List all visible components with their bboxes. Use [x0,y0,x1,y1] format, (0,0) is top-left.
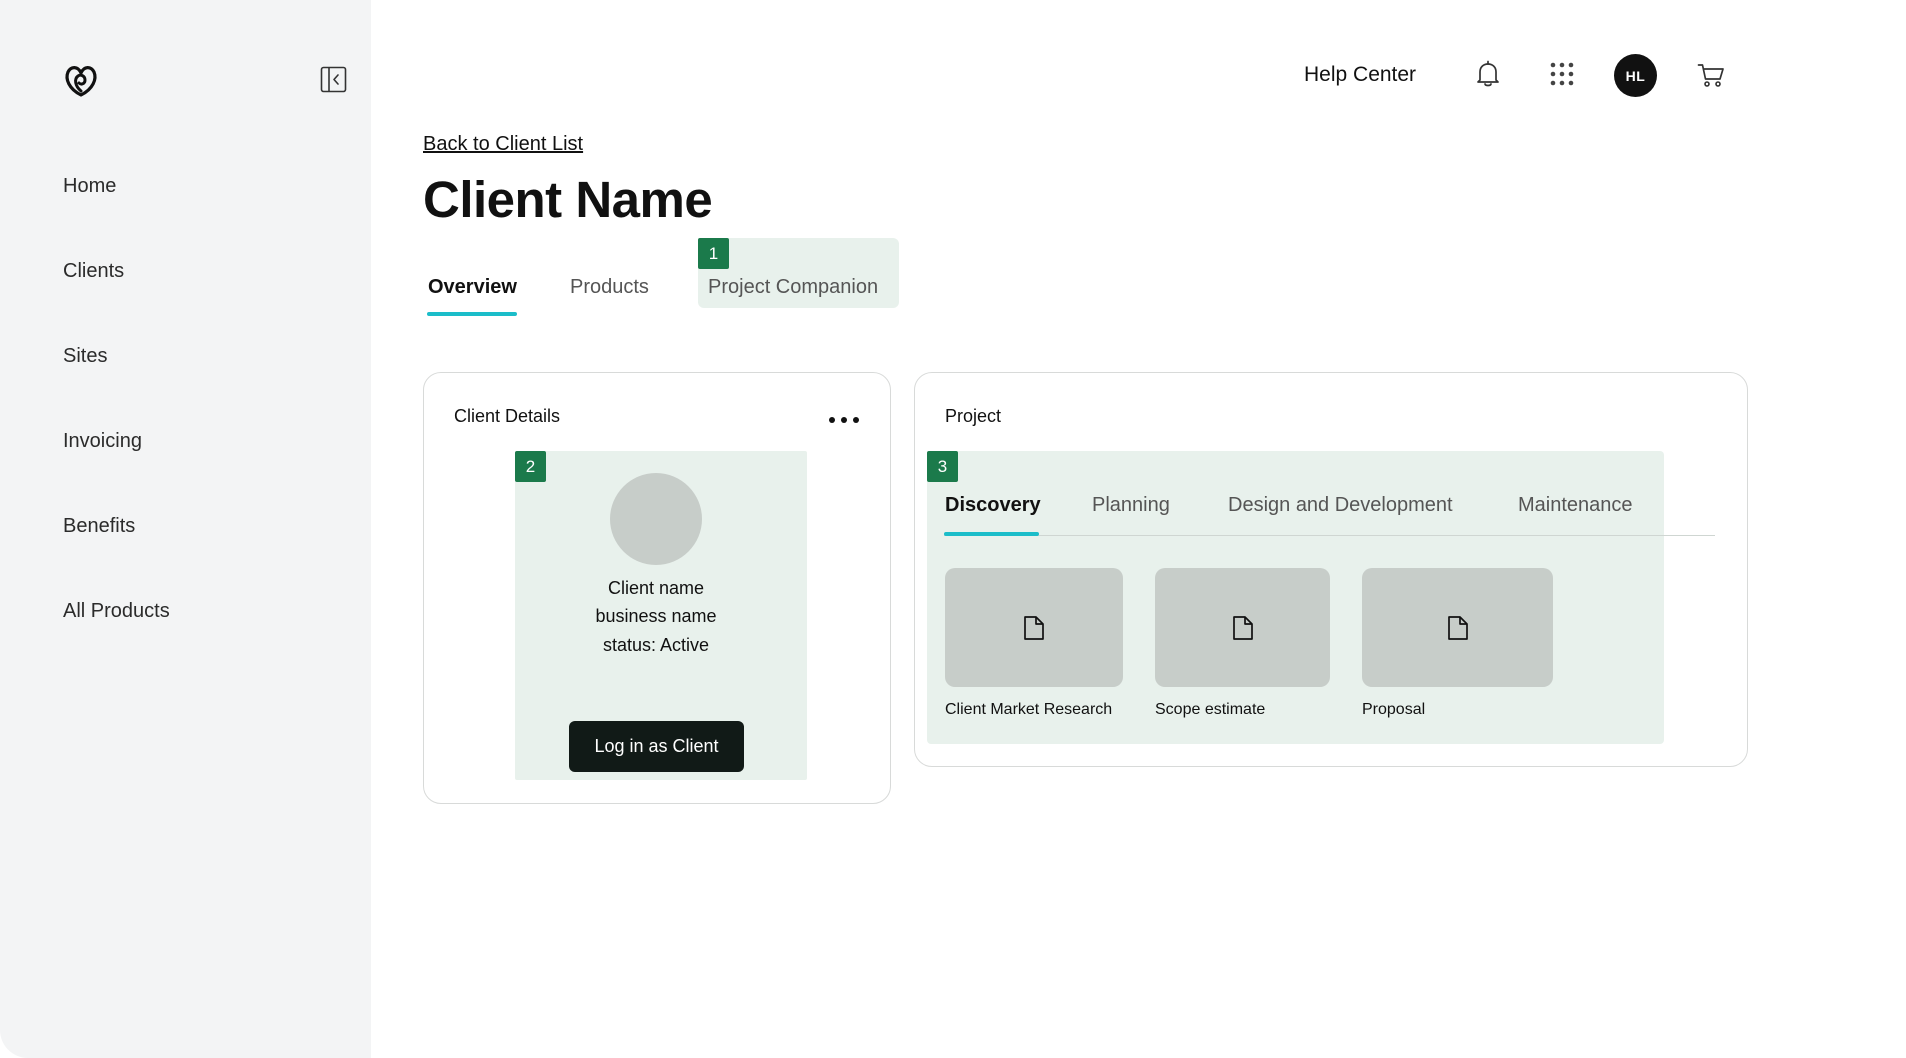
tab-project-companion[interactable]: Project Companion [708,276,878,299]
back-to-client-list-link[interactable]: Back to Client List [423,133,583,156]
tab-discovery-underline [944,532,1039,536]
avatar[interactable]: HL [1614,54,1657,97]
tab-planning[interactable]: Planning [1092,494,1170,517]
document-label-scope-estimate: Scope estimate [1155,701,1266,718]
sidebar-item-all-products[interactable]: All Products [63,600,170,623]
client-status-text: status: Active [602,635,710,655]
sidebar-item-home[interactable]: Home [63,175,116,198]
tab-maintenance[interactable]: Maintenance [1518,494,1633,517]
client-details-title: Client Details [454,406,561,426]
sidebar-item-benefits[interactable]: Benefits [63,515,135,538]
tab-products[interactable]: Products [570,276,649,299]
tab-discovery[interactable]: Discovery [945,494,1041,517]
tab-overview[interactable]: Overview [428,276,517,299]
more-options-icon[interactable] [829,410,859,430]
tab-design-and-development[interactable]: Design and Development [1228,494,1453,517]
client-name-text: Client name [607,578,705,598]
document-tile-proposal[interactable] [1362,568,1553,687]
apps-grid-icon[interactable] [1550,62,1574,91]
step-marker-2: 2 [515,451,546,482]
sidebar: Home Clients Sites Invoicing Benefits Al… [0,0,371,1058]
collapse-sidebar-icon[interactable] [320,66,347,93]
document-label-client-market-research: Client Market Research [945,701,1113,718]
cart-icon[interactable] [1697,62,1725,93]
document-icon [1024,615,1044,640]
page-title: Client Name [423,171,713,228]
sidebar-item-sites[interactable]: Sites [63,345,107,368]
logo-icon[interactable] [62,61,100,99]
sidebar-item-clients[interactable]: Clients [63,260,124,283]
business-name-text: business name [595,606,717,626]
document-tile-client-market-research[interactable] [945,568,1123,687]
step-marker-3: 3 [927,451,958,482]
project-tabs-divider [944,535,1715,536]
tab-overview-underline [427,312,517,316]
step-marker-1: 1 [698,238,729,269]
document-tile-scope-estimate[interactable] [1155,568,1330,687]
sidebar-item-invoicing[interactable]: Invoicing [63,430,142,453]
project-title: Project [945,406,1002,426]
document-icon [1447,615,1468,640]
document-icon [1232,615,1253,640]
log-in-as-client-button[interactable]: Log in as Client [569,721,744,772]
help-center-link[interactable]: Help Center [1304,63,1416,87]
client-avatar [610,473,702,565]
document-label-proposal: Proposal [1362,701,1426,718]
bell-icon[interactable] [1476,60,1500,93]
